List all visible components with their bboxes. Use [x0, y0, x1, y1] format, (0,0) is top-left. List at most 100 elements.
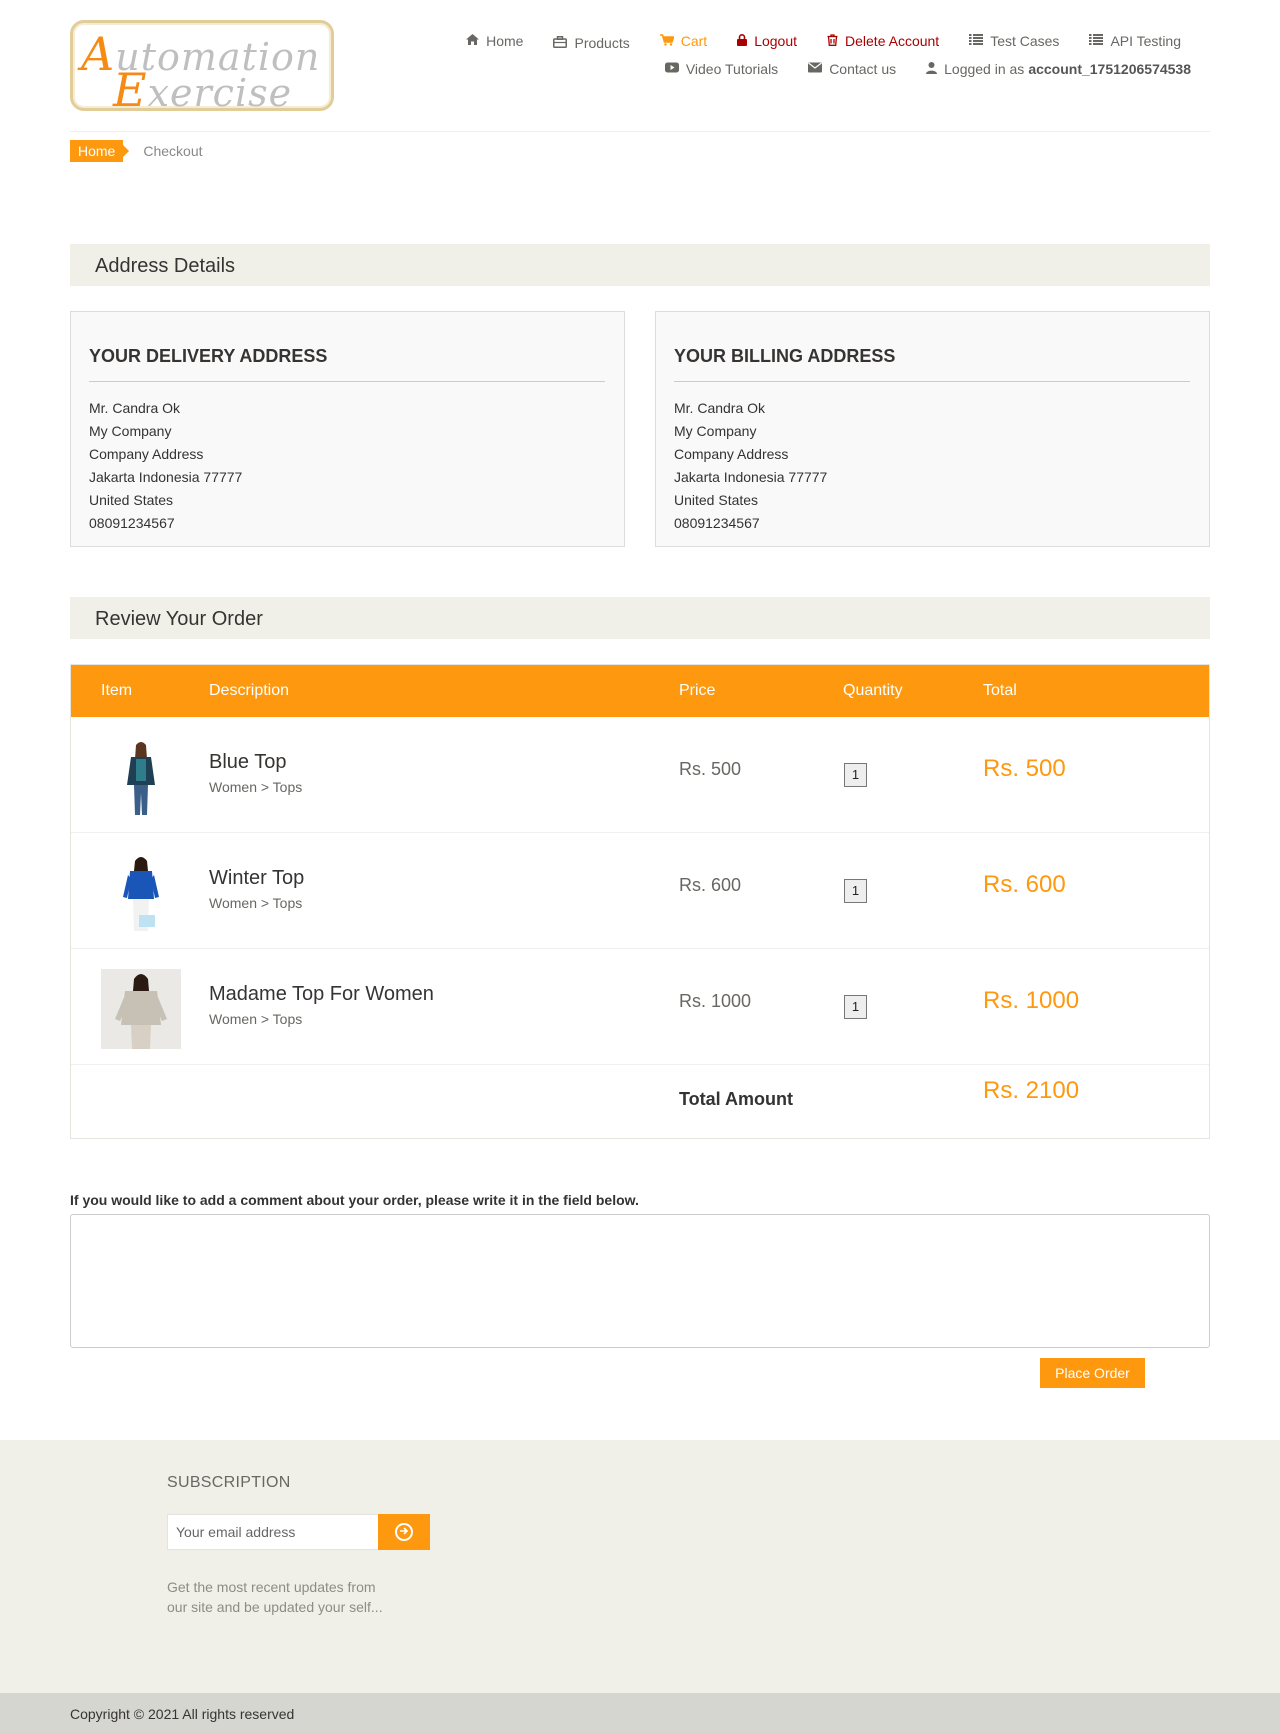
place-order-button[interactable]: Place Order: [1040, 1358, 1145, 1388]
copyright-bar: Copyright © 2021 All rights reserved: [0, 1693, 1280, 1733]
nav-label: Delete Account: [845, 33, 940, 49]
envelope-icon: [808, 62, 823, 76]
total-row: Total Amount Rs. 2100: [71, 1065, 1209, 1135]
product-name[interactable]: Blue Top: [209, 751, 286, 774]
nav-logged-in: Logged in as account_1751206574538: [911, 61, 1206, 77]
comment-textarea[interactable]: [70, 1214, 1210, 1348]
delivery-address-box: YOUR DELIVERY ADDRESS Mr. Candra Ok My C…: [70, 311, 625, 547]
address-name: Mr. Candra Ok: [674, 400, 766, 416]
product-total: Rs. 600: [983, 871, 1066, 898]
nav-label: API Testing: [1110, 33, 1181, 49]
nav-contact-us[interactable]: Contact us: [793, 61, 911, 77]
product-price: Rs. 500: [679, 759, 742, 779]
total-amount-label: Total Amount: [679, 1089, 793, 1109]
address-city: Jakarta Indonesia 77777: [89, 469, 243, 485]
main-nav: Home Products Cart Logout Delete Account: [451, 31, 1196, 51]
breadcrumb: Home Checkout: [70, 140, 203, 162]
product-price: Rs. 1000: [679, 991, 752, 1011]
subscription-email-input[interactable]: [167, 1514, 379, 1550]
product-category: Women > Tops: [209, 895, 303, 911]
address-line: Company Address: [89, 446, 204, 462]
user-icon: [926, 61, 938, 77]
address-line: Company Address: [674, 446, 789, 462]
logo-text: xercise: [147, 71, 293, 115]
lock-icon: [737, 33, 748, 49]
nav-delete-account[interactable]: Delete Account: [812, 31, 954, 51]
address-company: My Company: [674, 423, 757, 439]
cart-icon: [659, 33, 675, 49]
comment-label: If you would like to add a comment about…: [70, 1192, 639, 1208]
footer: SUBSCRIPTION Get the most recent updates…: [0, 1440, 1280, 1693]
table-row: Winter Top Women > Tops Rs. 600 1 Rs. 60…: [71, 833, 1209, 949]
col-quantity: Quantity: [843, 682, 903, 699]
col-total: Total: [983, 682, 1017, 699]
arrow-circle-right-icon: [395, 1523, 413, 1541]
table-row: Madame Top For Women Women > Tops Rs. 10…: [71, 949, 1209, 1065]
nav-label: Logout: [754, 33, 798, 49]
breadcrumb-current: Checkout: [143, 143, 203, 159]
nav-label: Contact us: [829, 61, 897, 77]
nav-video-tutorials[interactable]: Video Tutorials: [650, 61, 793, 77]
col-description: Description: [209, 682, 290, 699]
table-row: Blue Top Women > Tops Rs. 500 1 Rs. 500: [71, 717, 1209, 833]
product-image[interactable]: [101, 853, 181, 933]
trash-icon: [827, 33, 838, 49]
address-company: My Company: [89, 423, 172, 439]
nav-logout[interactable]: Logout: [722, 31, 812, 51]
product-total: Rs. 1000: [983, 987, 1080, 1014]
nav-api-testing[interactable]: API Testing: [1074, 31, 1196, 51]
address-name: Mr. Candra Ok: [89, 400, 181, 416]
table-header: Item Description Price Quantity Total: [71, 665, 1209, 717]
secondary-nav: Video Tutorials Contact us Logged in as a…: [650, 61, 1206, 77]
product-image[interactable]: [101, 737, 181, 817]
nav-label: Video Tutorials: [685, 61, 779, 77]
nav-label: Home: [486, 33, 524, 49]
product-name[interactable]: Winter Top: [209, 867, 304, 890]
nav-home[interactable]: Home: [451, 31, 538, 51]
address-country: United States: [674, 492, 759, 508]
col-price: Price: [679, 682, 716, 699]
quantity-box: 1: [844, 995, 867, 1019]
list-icon: [1089, 34, 1104, 48]
subscription-title: SUBSCRIPTION: [167, 1474, 291, 1491]
logo-letter: E: [113, 63, 148, 117]
address-city: Jakarta Indonesia 77777: [674, 469, 828, 485]
breadcrumb-home[interactable]: Home: [70, 140, 130, 162]
product-category: Women > Tops: [209, 1011, 303, 1027]
total-amount-value: Rs. 2100: [983, 1077, 1080, 1104]
list-icon: [969, 34, 984, 48]
nav-products[interactable]: Products: [538, 31, 644, 51]
address-details-heading: Address Details: [70, 244, 1210, 286]
order-table: Item Description Price Quantity Total Bl…: [70, 664, 1210, 1139]
billing-address-heading: YOUR BILLING ADDRESS: [674, 346, 1190, 382]
product-image[interactable]: [101, 969, 181, 1049]
address-country: United States: [89, 492, 174, 508]
product-price: Rs. 600: [679, 875, 742, 895]
site-logo[interactable]: Automation Exercise: [70, 20, 334, 117]
username: account_1751206574538: [1028, 61, 1191, 77]
nav-cart[interactable]: Cart: [645, 31, 722, 51]
billing-address-box: YOUR BILLING ADDRESS Mr. Candra Ok My Co…: [655, 311, 1210, 547]
home-icon: [466, 34, 480, 48]
briefcase-icon: [553, 35, 568, 51]
delivery-address-heading: YOUR DELIVERY ADDRESS: [89, 346, 605, 382]
address-phone: 08091234567: [89, 515, 175, 531]
youtube-icon: [664, 62, 679, 76]
logo-letter: A: [81, 27, 116, 81]
nav-label: Test Cases: [990, 33, 1060, 49]
logged-in-prefix: Logged in as: [944, 61, 1025, 77]
col-item: Item: [101, 682, 133, 699]
nav-test-cases[interactable]: Test Cases: [954, 31, 1074, 51]
product-category: Women > Tops: [209, 779, 303, 795]
nav-label: Products: [574, 35, 630, 51]
nav-label: Cart: [680, 33, 708, 49]
product-name[interactable]: Madame Top For Women: [209, 983, 434, 1006]
subscribe-button[interactable]: [378, 1514, 430, 1550]
product-total: Rs. 500: [983, 755, 1066, 782]
site-header: Automation Exercise Home Products Cart L…: [70, 20, 1210, 132]
quantity-box: 1: [844, 879, 867, 903]
review-order-heading: Review Your Order: [70, 597, 1210, 639]
quantity-box: 1: [844, 763, 867, 787]
address-phone: 08091234567: [674, 515, 760, 531]
subscription-description: Get the most recent updates from our sit…: [167, 1579, 383, 1615]
